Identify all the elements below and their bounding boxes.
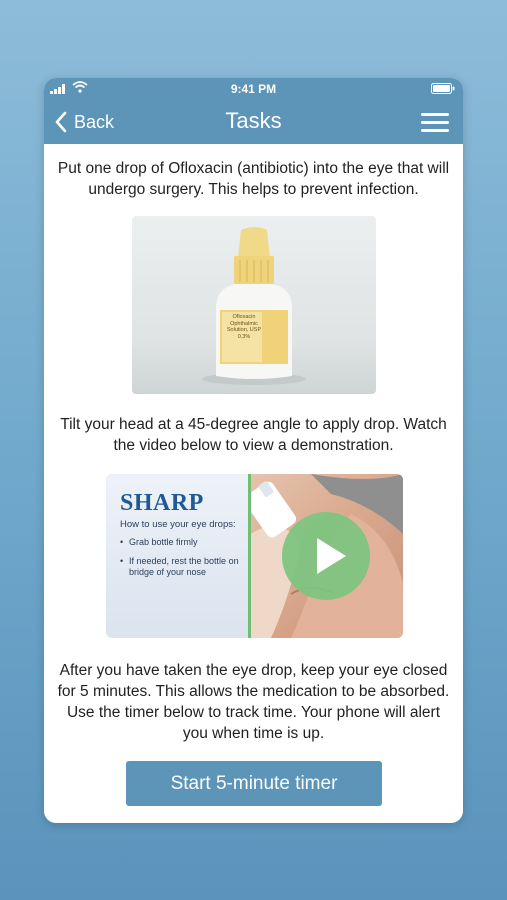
hamburger-menu-icon[interactable] <box>421 110 449 134</box>
bottle-label-line: 0.3% <box>237 333 251 340</box>
demo-video-thumbnail[interactable]: SHARP How to use your eye drops: Grab bo… <box>106 474 403 638</box>
video-bullet-list: Grab bottle firmly If needed, rest the b… <box>120 537 244 586</box>
video-bullet: Grab bottle firmly <box>120 537 244 548</box>
status-time: 9:41 PM <box>230 82 277 96</box>
video-heading: How to use your eye drops: <box>120 519 236 530</box>
start-timer-button[interactable]: Start 5-minute timer <box>126 761 382 806</box>
instruction-text: Put one drop of Ofloxacin (antibiotic) i… <box>57 160 450 198</box>
video-slide-panel: SHARP How to use your eye drops: Grab bo… <box>106 474 249 638</box>
instruction-text: After you have taken the eye drop, keep … <box>57 662 450 742</box>
instruction-text: Tilt your head at a 45-degree angle to a… <box>60 416 447 454</box>
sharp-logo: SHARP <box>120 490 204 516</box>
bottle-illustration <box>202 227 306 385</box>
page-title: Tasks <box>225 108 282 133</box>
navigation-bar: Back Tasks <box>44 100 463 144</box>
play-icon[interactable] <box>282 512 370 600</box>
task-content: Put one drop of Ofloxacin (antibiotic) i… <box>44 144 463 823</box>
bottle-label-text: Ofloxacin Ophthalmic Solution, USP 0.3% <box>224 314 264 340</box>
app-window: 9:41 PM Back Tasks Put one drop of Oflox… <box>44 78 463 823</box>
bottle-label-line: Solution, USP <box>226 327 262 333</box>
battery-icon <box>431 83 455 94</box>
video-bullet: If needed, rest the bottle on bridge of … <box>120 556 244 578</box>
status-bar: 9:41 PM <box>44 78 463 100</box>
eye-drop-bottle-image: Ofloxacin Ophthalmic Solution, USP 0.3% <box>132 216 376 394</box>
